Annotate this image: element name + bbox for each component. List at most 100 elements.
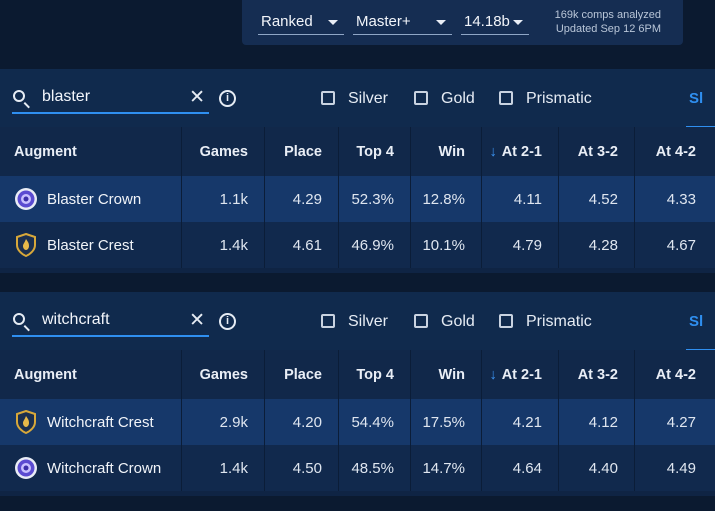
cell-value: 4.50 <box>292 459 322 477</box>
search-icon <box>13 313 25 325</box>
cell-at42: 4.49 <box>634 445 712 491</box>
col-at42[interactable]: At 4-2 <box>634 350 712 399</box>
cell-value: 4.52 <box>588 190 618 208</box>
col-augment[interactable]: Augment <box>0 127 181 176</box>
checkbox-box[interactable] <box>499 91 513 105</box>
table-row[interactable]: Blaster Crown 1.1k 4.29 52.3% 12.8% 4.11 4.52… <box>0 176 715 222</box>
cell-win: 10.1% <box>410 222 481 268</box>
cell-value: 4.21 <box>512 413 542 431</box>
table-header: Augment Games Place Top 4 Win ↓ At 2-1 At 3-2 At… <box>0 350 715 399</box>
cell-value: 4.79 <box>512 236 542 254</box>
cell-top4: 52.3% <box>338 176 410 222</box>
table-row[interactable]: Witchcraft Crown 1.4k 4.50 48.5% 14.7% 4.64 4… <box>0 445 715 491</box>
cell-at32: 4.52 <box>558 176 634 222</box>
cell-value: 4.33 <box>666 190 696 208</box>
close-icon[interactable]: ✕ <box>189 309 205 332</box>
cell-value: 52.3% <box>351 190 394 208</box>
col-games[interactable]: Games <box>181 127 264 176</box>
cell-at21: 4.79 <box>481 222 558 268</box>
silver-label: Silver <box>348 90 389 107</box>
col-place[interactable]: Place <box>264 127 338 176</box>
cell-value: 1.4k <box>219 236 248 254</box>
col-win[interactable]: Win <box>410 350 481 399</box>
search-row: blaster ✕ i Silver Gold Prismatic Sl <box>0 69 715 128</box>
search-icon <box>13 90 25 102</box>
col-at21[interactable]: ↓ At 2-1 <box>481 350 558 399</box>
checkbox-box[interactable] <box>414 91 428 105</box>
cell-value: 4.67 <box>666 236 696 254</box>
cell-win: 12.8% <box>410 176 481 222</box>
prismatic-label: Prismatic <box>526 90 592 107</box>
cell-at42: 4.33 <box>634 176 712 222</box>
sort-arrow-icon: ↓ <box>489 366 497 383</box>
cell-place: 4.50 <box>264 445 338 491</box>
checkbox-box[interactable] <box>414 314 428 328</box>
augment-name: Blaster Crest <box>47 236 134 254</box>
col-at42[interactable]: At 4-2 <box>634 127 712 176</box>
col-place-label: Place <box>284 366 322 383</box>
rank-select-value: Master+ <box>356 13 411 30</box>
cell-value: 4.49 <box>666 459 696 477</box>
checkbox-box[interactable] <box>321 91 335 105</box>
col-win[interactable]: Win <box>410 127 481 176</box>
cell-games: 2.9k <box>181 399 264 445</box>
cell-value: 4.27 <box>666 413 696 431</box>
patch-select[interactable]: 14.18b <box>461 8 529 35</box>
checkbox-box[interactable] <box>321 314 335 328</box>
cell-win: 17.5% <box>410 399 481 445</box>
col-at32[interactable]: At 3-2 <box>558 350 634 399</box>
augment-panel: witchcraft ✕ i Silver Gold Prismatic Sl Augme… <box>0 292 715 496</box>
cell-value: 12.8% <box>422 190 465 208</box>
filter-bar: Ranked Master+ 14.18b 169k comps analyze… <box>242 0 683 45</box>
col-at42-label: At 4-2 <box>655 366 696 383</box>
chevron-down-icon <box>436 20 446 25</box>
info-icon[interactable]: i <box>219 90 236 107</box>
comps-analyzed: 169k comps analyzed <box>554 9 661 21</box>
cell-at32: 4.40 <box>558 445 634 491</box>
cell-at32: 4.28 <box>558 222 634 268</box>
cell-value: 4.12 <box>588 413 618 431</box>
col-top4-label: Top 4 <box>356 366 394 383</box>
close-icon[interactable]: ✕ <box>189 86 205 109</box>
prismatic-label: Prismatic <box>526 313 592 330</box>
augment-name: Witchcraft Crest <box>47 413 154 431</box>
tab-side[interactable]: Sl <box>689 313 703 330</box>
search-input[interactable]: blaster ✕ <box>12 86 209 114</box>
cell-value: 10.1% <box>422 236 465 254</box>
rank-select[interactable]: Master+ <box>353 8 452 35</box>
col-top4[interactable]: Top 4 <box>338 350 410 399</box>
crown-icon <box>14 187 38 211</box>
col-place[interactable]: Place <box>264 350 338 399</box>
col-at21-label: At 2-1 <box>501 143 542 160</box>
cell-value: 1.4k <box>219 459 248 477</box>
cell-value: 4.28 <box>588 236 618 254</box>
col-at21-label: At 2-1 <box>501 366 542 383</box>
augment-name: Witchcraft Crown <box>47 459 162 477</box>
info-icon[interactable]: i <box>219 313 236 330</box>
cell-value: 4.64 <box>512 459 542 477</box>
cell-value: 1.1k <box>219 190 248 208</box>
tab-side[interactable]: Sl <box>689 90 703 107</box>
table-row[interactable]: Witchcraft Crest 2.9k 4.20 54.4% 17.5% 4.21 4… <box>0 399 715 445</box>
silver-label: Silver <box>348 313 389 330</box>
checkbox-box[interactable] <box>499 314 513 328</box>
col-augment-label: Augment <box>14 143 77 160</box>
augment-name: Blaster Crown <box>47 190 142 208</box>
col-augment[interactable]: Augment <box>0 350 181 399</box>
table-header: Augment Games Place Top 4 Win ↓ At 2-1 At 3-2 At… <box>0 127 715 176</box>
cell-place: 4.20 <box>264 399 338 445</box>
gold-label: Gold <box>441 313 475 330</box>
cell-place: 4.61 <box>264 222 338 268</box>
search-input[interactable]: witchcraft ✕ <box>12 309 209 337</box>
cell-value: 2.9k <box>219 413 248 431</box>
col-games[interactable]: Games <box>181 350 264 399</box>
col-at32[interactable]: At 3-2 <box>558 127 634 176</box>
col-top4[interactable]: Top 4 <box>338 127 410 176</box>
augment-cell: Blaster Crown <box>0 176 181 222</box>
cell-win: 14.7% <box>410 445 481 491</box>
col-at42-label: At 4-2 <box>655 143 696 160</box>
table-row[interactable]: Blaster Crest 1.4k 4.61 46.9% 10.1% 4.79 4.28… <box>0 222 715 268</box>
col-at21[interactable]: ↓ At 2-1 <box>481 127 558 176</box>
mode-select[interactable]: Ranked <box>258 8 344 35</box>
crest-icon <box>14 232 38 258</box>
